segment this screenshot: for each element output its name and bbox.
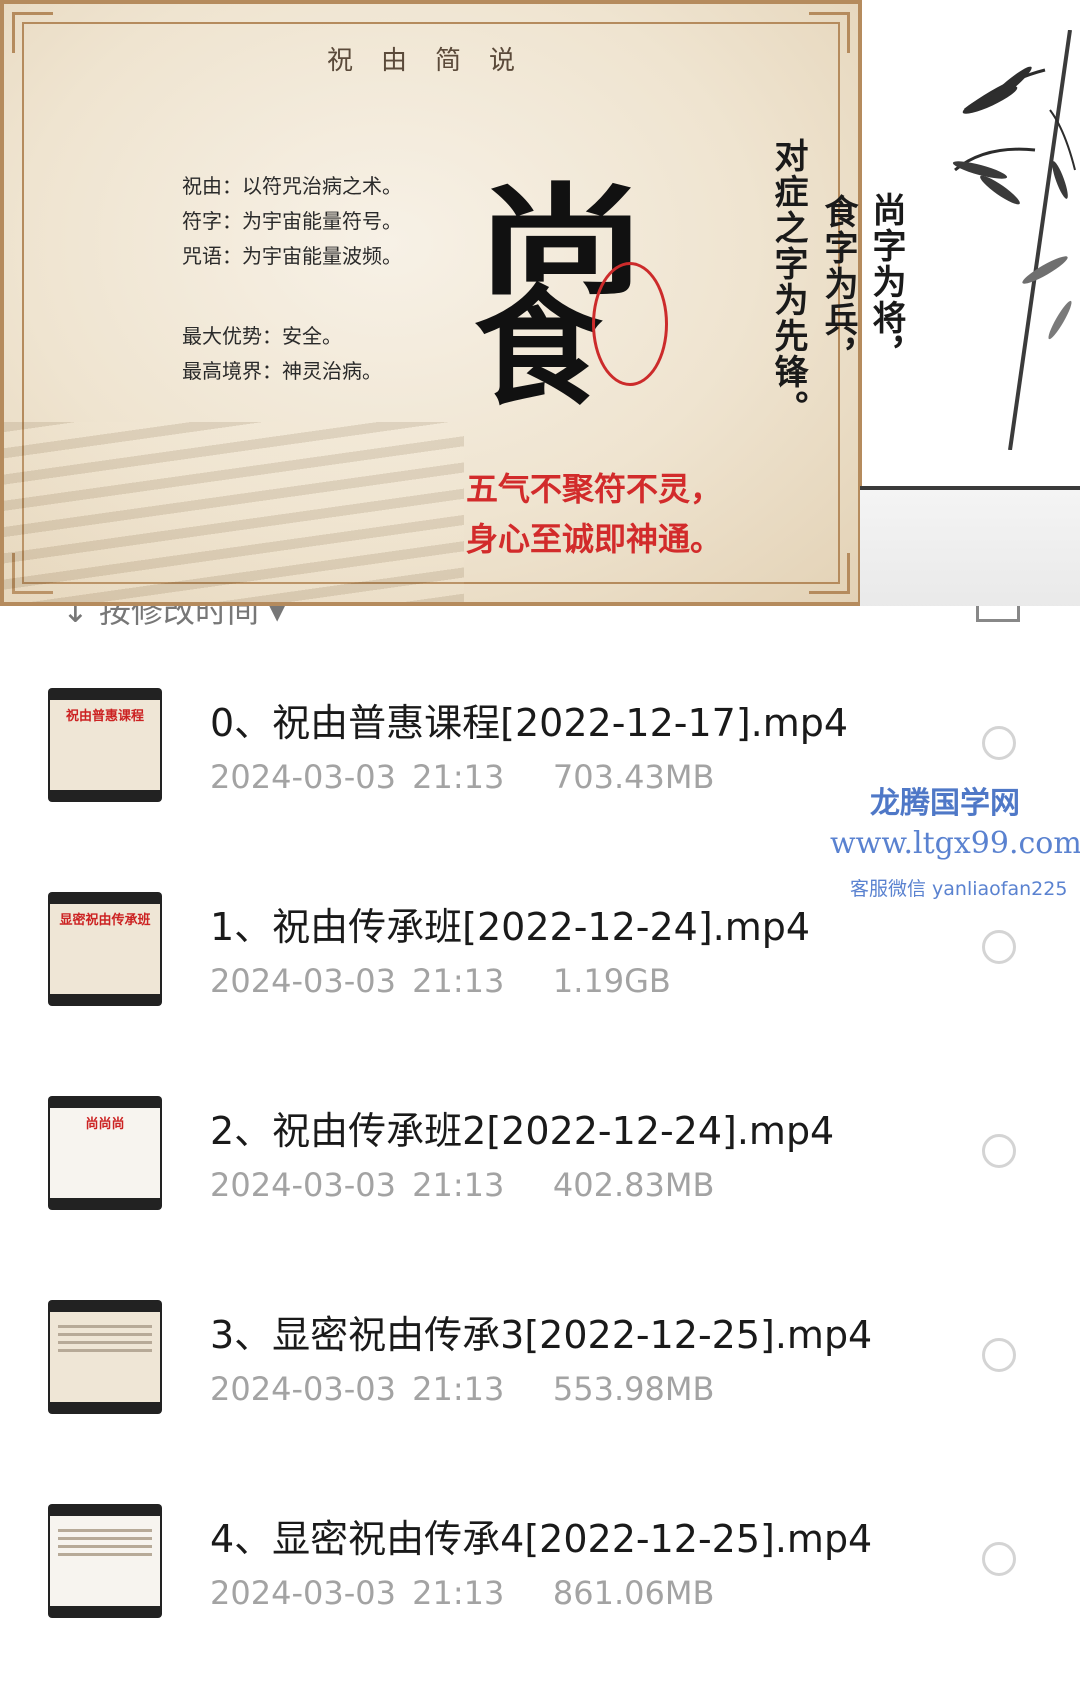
video-thumbnail: 显密祝由传承班 bbox=[48, 892, 162, 1006]
file-size: 703.43MB bbox=[552, 758, 715, 796]
file-date: 2024-03-03 21:13 bbox=[210, 758, 505, 796]
select-radio[interactable] bbox=[982, 1134, 1016, 1168]
definition-line: 祝由：以符咒治病之术。 bbox=[182, 174, 402, 198]
select-radio[interactable] bbox=[982, 1542, 1016, 1576]
thumbnail-caption: 尚尚尚 bbox=[50, 1108, 160, 1198]
red-verse-line: 五气不聚符不灵， bbox=[466, 470, 723, 508]
file-meta: 2024-03-03 21:13 402.83MB bbox=[210, 1166, 714, 1204]
file-size: 553.98MB bbox=[552, 1370, 715, 1408]
slide-definitions: 祝由：以符咒治病之术。 符字：为宇宙能量符号。 咒语：为宇宙能量波频。 最大优势… bbox=[182, 169, 402, 389]
advantage-line: 最高境界：神灵治病。 bbox=[182, 359, 382, 383]
file-size: 402.83MB bbox=[552, 1166, 715, 1204]
watermark-contact: 客服微信 yanliaofan225 bbox=[850, 878, 1068, 900]
thumbnail-caption: 祝由普惠课程 bbox=[50, 700, 160, 790]
advantage-line: 最大优势：安全。 bbox=[182, 324, 342, 348]
file-date: 2024-03-03 21:13 bbox=[210, 1166, 505, 1204]
vertical-text-column: 对症之字为先锋。 bbox=[768, 138, 808, 426]
chevron-down-icon: ▾ bbox=[259, 606, 286, 626]
file-meta: 2024-03-03 21:13 861.06MB bbox=[210, 1574, 714, 1612]
file-name: 2、祝由传承班2[2022-12-24].mp4 bbox=[210, 1109, 835, 1153]
file-date: 2024-03-03 21:13 bbox=[210, 962, 505, 1000]
sort-bar[interactable]: ↓ 按修改时间 ▾ bbox=[0, 606, 1080, 626]
vertical-text-column: 尚字为将， bbox=[866, 192, 906, 372]
slide-red-verse: 五气不聚符不灵， 身心至诚即神通。 bbox=[466, 464, 722, 564]
watermark-url: www.ltgx99.com bbox=[830, 826, 1080, 861]
file-row[interactable]: 4、显密祝由传承4[2022-12-25].mp4 2024-03-03 21:… bbox=[0, 1452, 1080, 1656]
bamboo-illustration bbox=[952, 30, 1076, 450]
file-row[interactable]: 3、显密祝由传承3[2022-12-25].mp4 2024-03-03 21:… bbox=[0, 1248, 1080, 1452]
vertical-text-column: 食字为兵， bbox=[818, 194, 858, 374]
thumbnail-image bbox=[50, 1516, 160, 1606]
file-date: 2024-03-03 21:13 bbox=[210, 1574, 505, 1612]
video-thumbnail: 尚尚尚 bbox=[48, 1096, 162, 1210]
red-circle-mark bbox=[592, 262, 668, 386]
watermark-title: 龙腾国学网 bbox=[870, 786, 1020, 821]
red-verse-line: 身心至诚即神通。 bbox=[466, 520, 723, 558]
select-radio[interactable] bbox=[982, 726, 1016, 760]
thumbnail-image bbox=[50, 1312, 160, 1402]
file-date: 2024-03-03 21:13 bbox=[210, 1370, 505, 1408]
sort-arrow-icon: ↓ bbox=[62, 606, 99, 626]
video-preview[interactable]: 祝由简说 祝由：以符咒治病之术。 符字：为宇宙能量符号。 咒语：为宇宙能量波频。… bbox=[0, 0, 1080, 606]
file-row[interactable]: 显密祝由传承班 1、祝由传承班[2022-12-24].mp4 2024-03-… bbox=[0, 840, 1080, 1044]
file-meta: 2024-03-03 21:13 703.43MB bbox=[210, 758, 714, 796]
definition-line: 咒语：为宇宙能量波频。 bbox=[182, 244, 402, 268]
file-name: 4、显密祝由传承4[2022-12-25].mp4 bbox=[210, 1517, 873, 1561]
file-name: 3、显密祝由传承3[2022-12-25].mp4 bbox=[210, 1313, 873, 1357]
file-meta: 2024-03-03 21:13 553.98MB bbox=[210, 1370, 714, 1408]
definition-line: 符字：为宇宙能量符号。 bbox=[182, 209, 402, 233]
lecture-slide: 祝由简说 祝由：以符咒治病之术。 符字：为宇宙能量符号。 咒语：为宇宙能量波频。… bbox=[0, 0, 906, 606]
slide-title: 祝由简说 bbox=[326, 46, 543, 76]
file-name: 0、祝由普惠课程[2022-12-17].mp4 bbox=[210, 701, 849, 745]
select-radio[interactable] bbox=[982, 1338, 1016, 1372]
file-size: 861.06MB bbox=[552, 1574, 715, 1612]
sort-label: 按修改时间 bbox=[98, 606, 259, 626]
file-size: 1.19GB bbox=[552, 962, 671, 1000]
thumbnail-caption: 显密祝由传承班 bbox=[50, 904, 160, 994]
sort-dropdown[interactable]: ↓ 按修改时间 ▾ bbox=[62, 606, 285, 626]
video-thumbnail bbox=[48, 1300, 162, 1414]
file-name: 1、祝由传承班[2022-12-24].mp4 bbox=[210, 905, 811, 949]
camera-overlay-box bbox=[860, 486, 1080, 606]
corner-ornament bbox=[809, 553, 850, 594]
books-background-image bbox=[4, 422, 464, 602]
calligraphy-char-bottom: 食 bbox=[474, 273, 603, 423]
video-thumbnail: 祝由普惠课程 bbox=[48, 688, 162, 802]
video-thumbnail bbox=[48, 1504, 162, 1618]
file-row[interactable]: 尚尚尚 2、祝由传承班2[2022-12-24].mp4 2024-03-03 … bbox=[0, 1044, 1080, 1248]
view-toggle-icon[interactable] bbox=[976, 606, 1020, 622]
file-meta: 2024-03-03 21:13 1.19GB bbox=[210, 962, 671, 1000]
select-radio[interactable] bbox=[982, 930, 1016, 964]
